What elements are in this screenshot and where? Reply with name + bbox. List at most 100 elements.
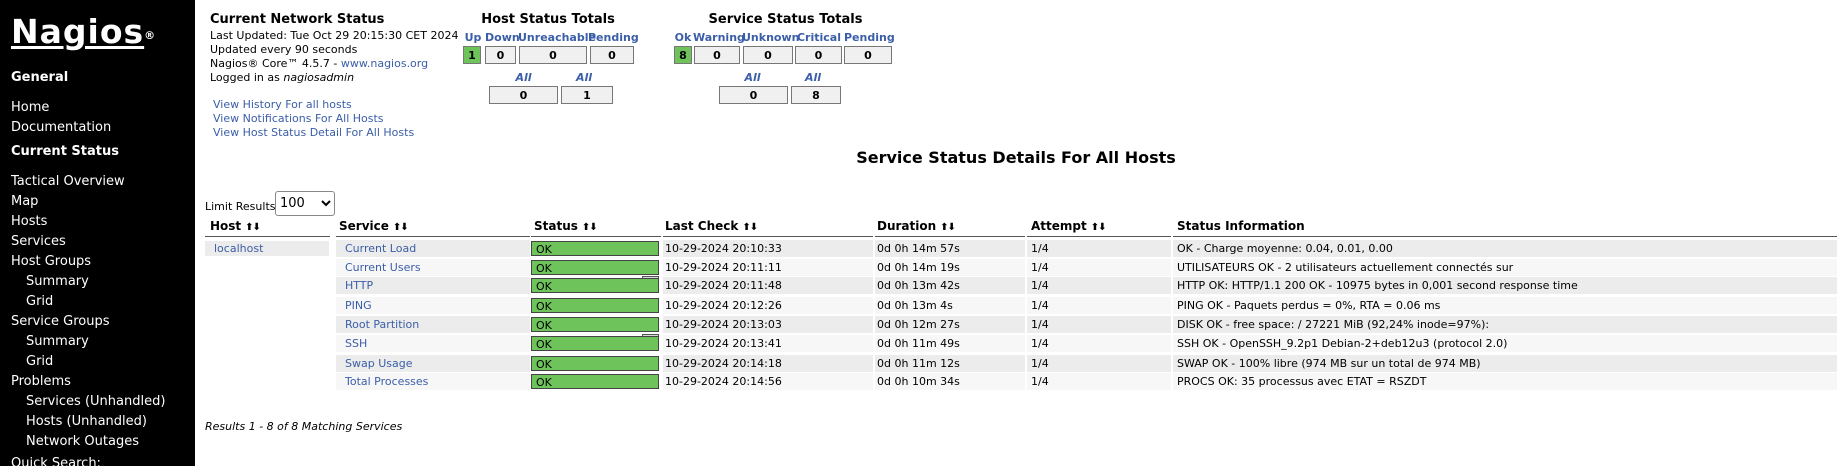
nav-services[interactable]: Services — [11, 234, 66, 249]
status-information: PING OK - Paquets perdus = 0%, RTA = 0.0… — [1177, 299, 1441, 312]
svc-hdr-pending[interactable]: Pending — [844, 31, 895, 44]
sort-arrows-icon[interactable]: ⬆⬇ — [742, 222, 758, 233]
sort-arrows-icon[interactable]: ⬆⬇ — [245, 222, 261, 233]
duration: 0d 0h 11m 49s — [877, 337, 960, 350]
header-rule — [1027, 236, 1171, 237]
svc-ok-count[interactable]: 8 — [674, 46, 692, 64]
nav-service-groups-summary[interactable]: Summary — [26, 334, 89, 349]
svc-warning-count[interactable]: 0 — [694, 46, 740, 64]
host-down-count[interactable]: 0 — [485, 46, 516, 64]
nav-host-groups[interactable]: Host Groups — [11, 254, 91, 269]
nav-network-outages[interactable]: Network Outages — [26, 434, 139, 449]
last-check: 10-29-2024 20:14:18 — [665, 357, 782, 370]
service-name[interactable]: Current Load — [345, 240, 525, 257]
svc-critical-count[interactable]: 0 — [795, 46, 842, 64]
service-name[interactable]: PING — [345, 297, 525, 314]
status-information: DISK OK - free space: / 27221 MiB (92,24… — [1177, 318, 1490, 331]
status-ok-badge: OK — [531, 241, 659, 256]
nav-section-general: General — [11, 70, 69, 85]
svc-unknown-count[interactable]: 0 — [743, 46, 793, 64]
table-row: Total Processes 10-29-2024 20:14:56 0d 0h … — [336, 373, 1837, 391]
nav-problems[interactable]: Problems — [11, 374, 71, 389]
nav-home[interactable]: Home — [11, 100, 49, 115]
last-check: 10-29-2024 20:14:56 — [665, 375, 782, 388]
sort-arrows-icon[interactable]: ⬆⬇ — [393, 222, 409, 233]
service-name[interactable]: Root Partition — [345, 316, 525, 333]
service-name[interactable]: HTTP — [345, 277, 525, 294]
table-row: Current Users 10-29-2024 20:11:11 0d 0h 14… — [336, 259, 1837, 277]
svc-pending-count[interactable]: 0 — [844, 46, 892, 64]
view-host-status-link[interactable]: View Host Status Detail For All Hosts — [213, 126, 414, 139]
nav-map[interactable]: Map — [11, 194, 38, 209]
header-rule — [1173, 236, 1837, 237]
svc-hdr-ok[interactable]: Ok — [674, 31, 692, 44]
attempt: 1/4 — [1031, 279, 1049, 292]
attempt: 1/4 — [1031, 242, 1049, 255]
sort-arrows-icon[interactable]: ⬆⬇ — [582, 222, 598, 233]
host-up-count[interactable]: 1 — [463, 46, 481, 64]
view-notifications-link[interactable]: View Notifications For All Hosts — [213, 112, 384, 125]
status-ok-badge: OK — [531, 317, 659, 332]
nav-service-groups-grid[interactable]: Grid — [26, 354, 53, 369]
nagios-org-link[interactable]: www.nagios.org — [341, 57, 428, 70]
header-rule — [336, 236, 530, 237]
service-name[interactable]: Total Processes — [345, 373, 525, 390]
duration: 0d 0h 10m 34s — [877, 375, 960, 388]
table-row: Root Partition 10-29-2024 20:13:03 0d 0h 1… — [336, 316, 1837, 334]
col-header-last-check: Last Check ⬆⬇ — [665, 219, 758, 233]
svc-all-problems-count[interactable]: 0 — [719, 86, 788, 104]
nagios-logo[interactable]: Nagios® — [11, 12, 156, 52]
logged-in-text: Logged in as — [210, 71, 284, 84]
host-hdr-down[interactable]: Down — [485, 31, 520, 44]
status-ok-badge: OK — [531, 278, 659, 293]
host-all-problems-count[interactable]: 0 — [489, 86, 558, 104]
col-header-duration: Duration ⬆⬇ — [877, 219, 956, 233]
duration: 0d 0h 14m 19s — [877, 261, 960, 274]
host-all-types-count[interactable]: 1 — [561, 86, 613, 104]
host-hdr-unreachable[interactable]: Unreachable — [518, 31, 596, 44]
host-link-localhost[interactable]: localhost — [205, 241, 329, 256]
service-name[interactable]: Swap Usage — [345, 355, 525, 372]
svc-hdr-unknown[interactable]: Unknown — [742, 31, 799, 44]
svc-hdr-critical[interactable]: Critical — [795, 31, 843, 44]
status-ok-badge: OK — [531, 336, 659, 351]
service-name[interactable]: SSH — [345, 335, 525, 352]
host-unreachable-count[interactable]: 0 — [519, 46, 587, 64]
status-ok-badge: OK — [531, 298, 659, 313]
version-text: Nagios® Core™ 4.5.7 - — [210, 57, 341, 70]
attempt: 1/4 — [1031, 337, 1049, 350]
duration: 0d 0h 14m 57s — [877, 242, 960, 255]
page-title: Service Status Details For All Hosts — [856, 148, 1176, 167]
sort-arrows-icon[interactable]: ⬆⬇ — [1091, 222, 1107, 233]
duration: 0d 0h 13m 4s — [877, 299, 953, 312]
sort-arrows-icon[interactable]: ⬆⬇ — [940, 222, 956, 233]
attempt: 1/4 — [1031, 299, 1049, 312]
last-check: 10-29-2024 20:13:41 — [665, 337, 782, 350]
nav-service-groups[interactable]: Service Groups — [11, 314, 110, 329]
service-name[interactable]: Current Users — [345, 259, 525, 276]
status-information: UTILISATEURS OK - 2 utilisateurs actuell… — [1177, 261, 1514, 274]
table-row: PING 10-29-2024 20:12:26 0d 0h 13m 4s 1/4 PI… — [336, 297, 1837, 315]
nav-host-groups-summary[interactable]: Summary — [26, 274, 89, 289]
table-row: Current Load 10-29-2024 20:10:33 0d 0h 14m… — [336, 240, 1837, 258]
col-header-service: Service ⬆⬇ — [339, 219, 409, 233]
nav-host-groups-grid[interactable]: Grid — [26, 294, 53, 309]
svc-hdr-warning[interactable]: Warning — [693, 31, 745, 44]
svc-all-types-count[interactable]: 8 — [791, 86, 841, 104]
host-hdr-up[interactable]: Up — [463, 31, 483, 44]
limit-results-select[interactable]: 100 — [275, 191, 335, 216]
status-ok-badge: OK — [531, 356, 659, 371]
host-pending-count[interactable]: 0 — [590, 46, 634, 64]
logged-in-line: Logged in as nagiosadmin — [210, 71, 354, 85]
nav-problems-services-unhandled[interactable]: Services (Unhandled) — [26, 394, 165, 409]
nav-documentation[interactable]: Documentation — [11, 120, 111, 135]
table-row: HTTP 10-29-2024 20:11:48 0d 0h 13m 42s 1/4 H… — [336, 276, 1837, 295]
nav-tactical-overview[interactable]: Tactical Overview — [11, 174, 125, 189]
nav-problems-hosts-unhandled[interactable]: Hosts (Unhandled) — [26, 414, 147, 429]
nav-hosts[interactable]: Hosts — [11, 214, 47, 229]
col-header-attempt: Attempt ⬆⬇ — [1031, 219, 1106, 233]
duration: 0d 0h 13m 42s — [877, 279, 960, 292]
host-hdr-pending[interactable]: Pending — [588, 31, 639, 44]
view-history-link[interactable]: View History For all hosts — [213, 98, 352, 111]
col-header-status-information: Status Information — [1177, 219, 1305, 233]
